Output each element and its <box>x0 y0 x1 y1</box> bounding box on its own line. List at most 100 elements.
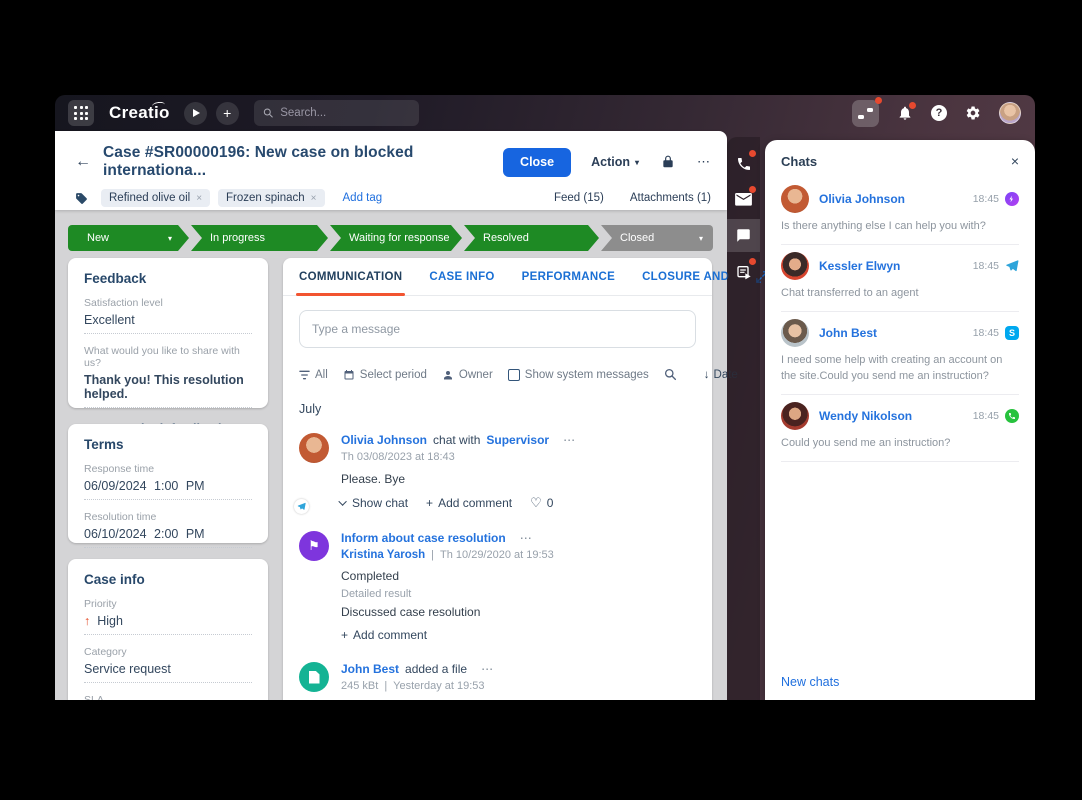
arrow-down-icon: ↓ <box>703 368 710 381</box>
settings-button[interactable] <box>965 105 981 121</box>
resolution-time-field[interactable]: 06/10/2024 2:00 PM <box>84 527 252 548</box>
tab-performance[interactable]: PERFORMANCE <box>522 258 615 295</box>
add-comment-link[interactable]: + Add comment <box>341 628 427 642</box>
chats-panel: Chats × Olivia Johnson 18:45 Is there an… <box>765 140 1035 700</box>
email-rail-button[interactable] <box>727 183 760 216</box>
tab-bar: COMMUNICATION CASE INFO PERFORMANCE CLOS… <box>283 258 769 296</box>
search-icon <box>263 108 273 118</box>
help-button[interactable]: ? <box>931 105 947 121</box>
satisfaction-level-field[interactable]: Excellent <box>84 313 252 334</box>
action-dropdown[interactable]: Action ▾ <box>591 155 639 169</box>
notification-dot <box>749 186 756 193</box>
tag-pill[interactable]: Refined olive oil × <box>101 189 211 207</box>
more-actions-button[interactable]: ⋯ <box>697 154 711 170</box>
search-input[interactable] <box>280 107 410 119</box>
contact-name-link[interactable]: John Best <box>819 326 877 340</box>
message-input[interactable] <box>299 310 696 348</box>
attachments-link[interactable]: Attachments (1) <box>630 192 711 204</box>
chat-preview: I need some help with creating an accoun… <box>781 353 1003 382</box>
message-more-button[interactable]: ⋯ <box>520 531 533 545</box>
chat-list-item[interactable]: Olivia Johnson 18:45 Is there anything e… <box>781 178 1019 245</box>
checkbox-icon[interactable] <box>507 368 520 381</box>
card-title: Feedback <box>84 271 147 286</box>
run-process-button[interactable] <box>183 101 207 125</box>
calls-rail-button[interactable] <box>727 147 760 180</box>
feed-link[interactable]: Feed (15) <box>554 192 604 204</box>
global-search[interactable] <box>253 100 419 126</box>
like-button[interactable]: ♡ 0 <box>530 495 553 511</box>
stage-waiting-for-response[interactable]: Waiting for response <box>330 225 462 251</box>
feed-filter-bar: All Select period Owner Show system mess… <box>299 368 738 381</box>
app-launcher-icon[interactable] <box>68 100 94 126</box>
tab-case-info[interactable]: CASE INFO <box>429 258 494 295</box>
author-link[interactable]: Kristina Yarosh <box>341 549 425 561</box>
category-field[interactable]: Service request <box>84 662 252 683</box>
show-chat-link[interactable]: Show chat <box>338 496 408 510</box>
filter-show-system-messages[interactable]: Show system messages <box>507 368 649 381</box>
tab-communication[interactable]: COMMUNICATION <box>295 258 406 296</box>
add-record-button[interactable]: + <box>215 101 239 125</box>
message-input-field[interactable] <box>312 322 683 336</box>
card-title: Case info <box>84 572 145 587</box>
contact-name-link[interactable]: Wendy Nikolson <box>819 409 912 423</box>
close-icon[interactable]: × <box>1011 153 1019 169</box>
calendar-icon <box>344 369 354 379</box>
remove-tag-icon[interactable]: × <box>311 193 317 204</box>
field-label: Category <box>84 646 127 658</box>
stage-resolved[interactable]: Resolved <box>464 225 599 251</box>
feed-search-button[interactable] <box>664 368 677 381</box>
filter-select-period[interactable]: Select period <box>343 369 427 381</box>
chat-list-item[interactable]: Wendy Nikolson 18:45 Could you send me a… <box>781 395 1019 462</box>
stage-closed[interactable]: Closed ▾ <box>601 225 713 251</box>
phone-icon <box>737 157 750 170</box>
author-link[interactable]: John Best <box>341 662 399 676</box>
field-label: SLA <box>84 694 104 700</box>
field-label: Response time <box>84 463 155 475</box>
contact-name-link[interactable]: Kessler Elwyn <box>819 259 900 273</box>
panels-toggle-button[interactable] <box>852 96 882 127</box>
tab-closure[interactable]: CLOSURE AND <box>642 258 729 295</box>
notification-dot <box>749 258 756 265</box>
remove-tag-icon[interactable]: × <box>196 193 202 204</box>
chat-list-item[interactable]: Kessler Elwyn 18:45 Chat transferred to … <box>781 245 1019 312</box>
creatio-logo: Creatio <box>109 103 170 122</box>
message-more-button[interactable]: ⋯ <box>481 662 494 676</box>
close-button[interactable]: Close <box>503 147 572 177</box>
contact-name-link[interactable]: Olivia Johnson <box>819 192 905 206</box>
back-icon[interactable]: ← <box>75 153 91 171</box>
feed-message-file: John Best added a file ⋯ 245 kBt | Yeste… <box>299 662 696 700</box>
field-label: What would you like to share with us? <box>84 345 240 369</box>
stage-in-progress[interactable]: In progress <box>191 225 328 251</box>
filter-owner[interactable]: Owner <box>442 369 493 381</box>
share-field[interactable]: Thank you! This resolution helped. <box>84 373 252 408</box>
message-body: Please. Bye <box>341 472 406 486</box>
filter-all[interactable]: All <box>299 369 328 381</box>
priority-field[interactable]: ↑ High <box>84 614 252 635</box>
notifications-button[interactable] <box>897 102 916 121</box>
add-comment-link[interactable]: + Add comment <box>426 496 512 510</box>
chevron-down-icon <box>338 497 347 506</box>
field-label: Resolution time <box>84 511 157 523</box>
case-page: ← Case #SR00000196: New case on blocked … <box>55 131 769 700</box>
message-title-link[interactable]: Inform about case resolution <box>341 531 506 545</box>
message-meta: Th 10/29/2020 at 19:53 <box>440 549 554 561</box>
response-time-field[interactable]: 06/09/2024 1:00 PM <box>84 479 252 500</box>
message-more-button[interactable]: ⋯ <box>563 433 576 447</box>
chat-list-item[interactable]: John Best 18:45 S I need some help with … <box>781 312 1019 395</box>
tag-pill[interactable]: Frozen spinach × <box>218 189 325 207</box>
add-tag-link[interactable]: Add tag <box>343 192 383 204</box>
target-link[interactable]: Supervisor <box>486 433 549 447</box>
lock-button[interactable] <box>661 155 675 169</box>
envelope-icon <box>735 192 752 206</box>
chats-rail-button[interactable] <box>727 219 760 252</box>
stage-new[interactable]: New ▾ <box>68 225 189 251</box>
user-avatar[interactable] <box>999 102 1021 124</box>
chat-time: 18:45 <box>972 259 999 272</box>
card-title: Terms <box>84 437 124 452</box>
feed-rail-button[interactable] <box>727 255 760 288</box>
author-link[interactable]: Olivia Johnson <box>341 433 427 447</box>
notification-dot <box>909 102 916 109</box>
app-window: Creatio + ? ← Case #SR00000196: New case… <box>55 95 1035 700</box>
new-chats-link[interactable]: New chats <box>781 675 839 689</box>
plus-icon: + <box>426 496 434 510</box>
